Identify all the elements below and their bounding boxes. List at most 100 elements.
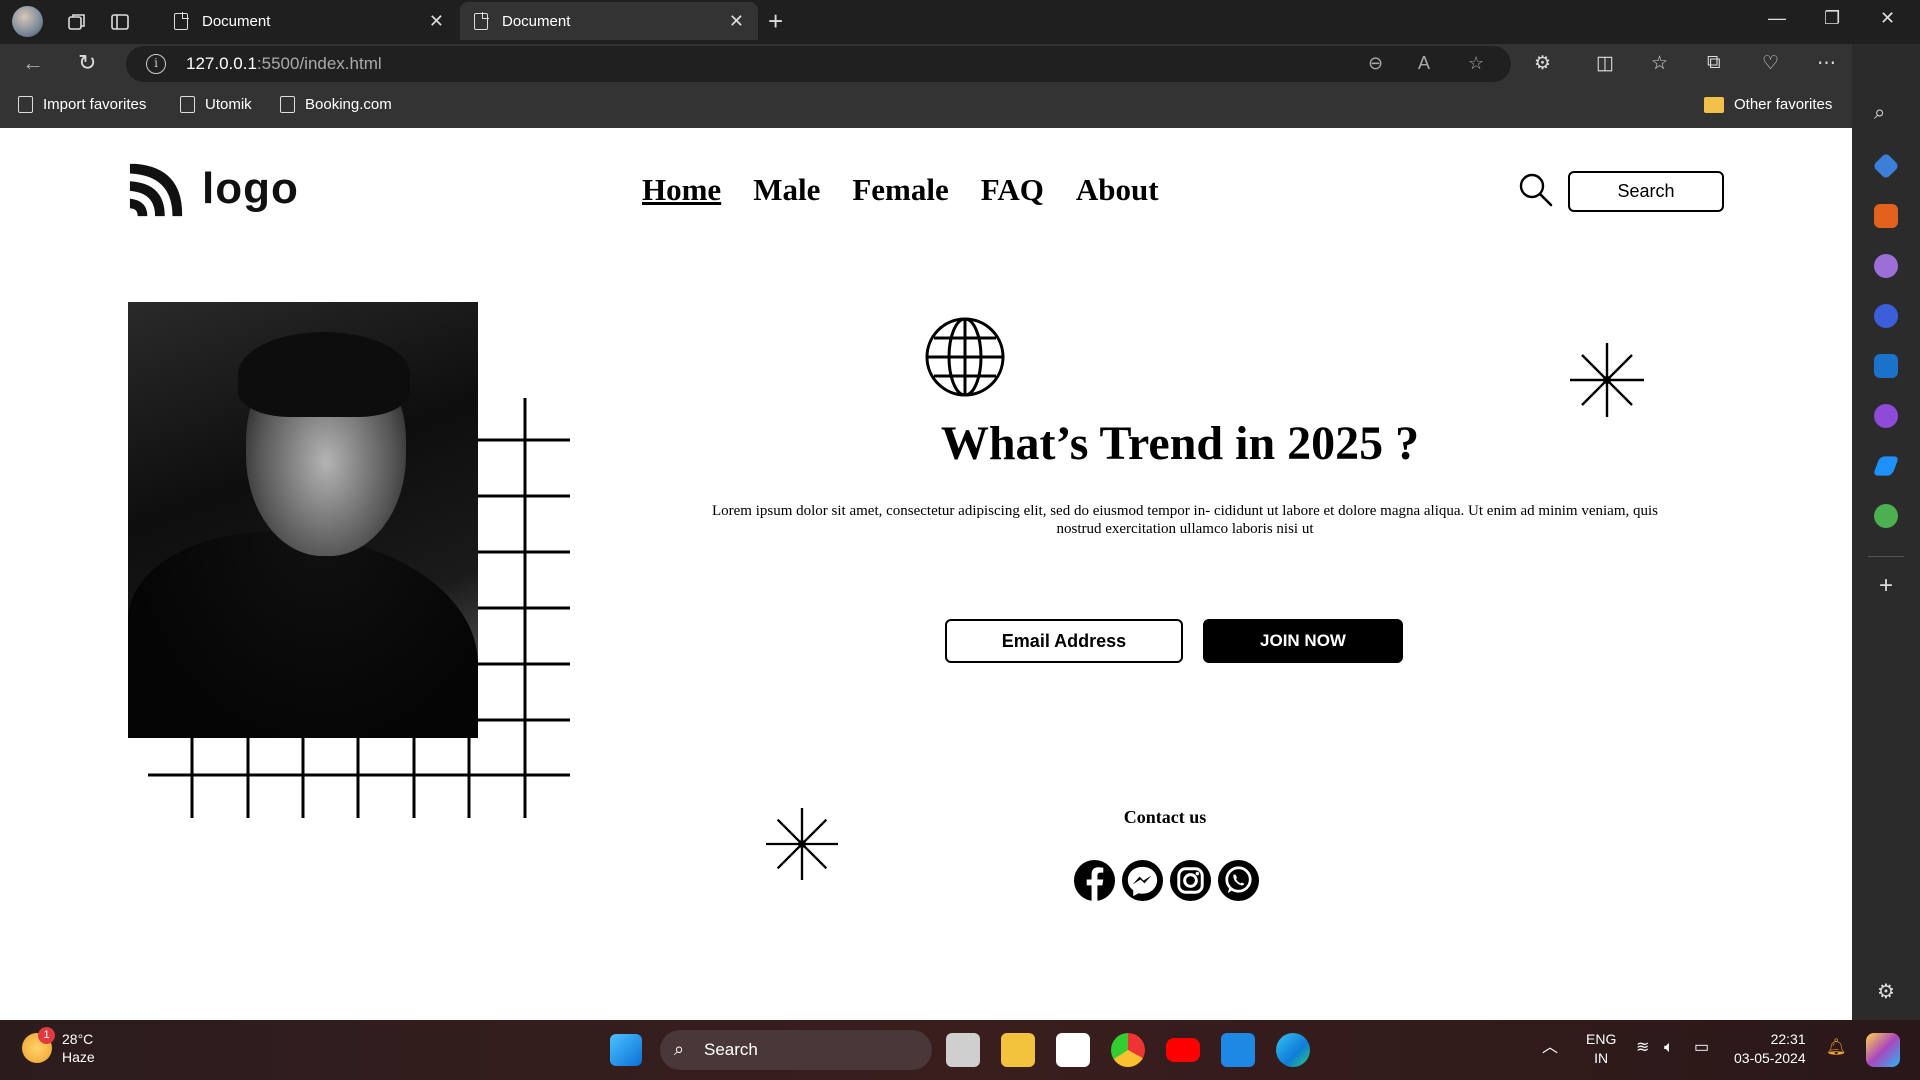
import-icon — [18, 96, 33, 113]
facebook-icon[interactable] — [1073, 859, 1116, 902]
clock-time: 22:31 — [1770, 1031, 1806, 1047]
logo-mark-icon — [129, 163, 183, 217]
youtube-icon[interactable] — [1166, 1038, 1200, 1062]
file-explorer-icon[interactable] — [1001, 1033, 1035, 1067]
collections-icon[interactable]: ⧉ — [1707, 52, 1721, 74]
new-tab-icon[interactable]: + — [768, 6, 783, 37]
nav-home[interactable]: Home — [642, 172, 721, 208]
show-hidden-icons[interactable]: ︿ — [1542, 1038, 1558, 1057]
add-icon[interactable]: + — [1874, 574, 1898, 598]
favorite-booking[interactable]: Booking.com — [280, 96, 392, 113]
main-nav: Home Male Female FAQ About — [642, 172, 1159, 208]
weather-sun-icon: 1 — [22, 1027, 55, 1063]
copilot-taskbar-icon[interactable] — [1866, 1033, 1900, 1067]
weather-widget[interactable]: 1 28°C Haze — [22, 1027, 95, 1066]
split-screen-icon[interactable]: ◫ — [1596, 52, 1614, 75]
messenger-icon[interactable] — [1121, 859, 1164, 902]
zoom-out-icon[interactable]: ⊖ — [1368, 53, 1383, 74]
page-icon — [280, 96, 295, 113]
volume-icon[interactable]: 🔈︎ — [1664, 1038, 1674, 1057]
other-favorites-label: Other favorites — [1734, 96, 1833, 113]
favorite-utomik[interactable]: Utomik — [180, 96, 252, 113]
task-view-icon[interactable] — [946, 1033, 980, 1067]
favorite-star-icon[interactable]: ☆ — [1468, 53, 1484, 74]
document-icon — [174, 11, 189, 30]
search-icon[interactable] — [1518, 172, 1554, 208]
close-tab-icon[interactable]: ✕ — [429, 11, 444, 32]
join-now-button[interactable]: JOIN NOW — [1203, 619, 1403, 663]
search-button[interactable]: Search — [1568, 171, 1724, 212]
region-code: IN — [1594, 1050, 1609, 1066]
tab-document-1[interactable]: Document ✕ — [160, 2, 458, 40]
site-info-icon[interactable]: i — [146, 54, 166, 74]
tab-title: Document — [202, 12, 271, 30]
notification-badge: 1 — [38, 1027, 55, 1044]
photo-hair — [238, 332, 410, 417]
wifi-icon[interactable]: ≋ — [1636, 1038, 1649, 1057]
favorites-icon[interactable]: ☆ — [1651, 52, 1668, 75]
site-logo[interactable]: logo — [128, 160, 299, 218]
favorite-label: Booking.com — [305, 96, 392, 113]
other-favorites[interactable]: Other favorites — [1704, 96, 1832, 113]
edge-icon[interactable] — [1276, 1033, 1310, 1067]
hero-headline: What’s Trend in 2025 ? — [940, 417, 1420, 470]
clock[interactable]: 22:31 03-05-2024 — [1734, 1030, 1806, 1068]
nav-about[interactable]: About — [1076, 172, 1159, 208]
language-code: ENG — [1586, 1031, 1617, 1047]
send-icon[interactable] — [1872, 456, 1900, 476]
settings-icon[interactable]: ⚙ — [1874, 980, 1898, 1004]
nav-faq[interactable]: FAQ — [981, 172, 1044, 208]
refresh-icon[interactable]: ↻ — [78, 50, 96, 76]
browser-essentials-icon[interactable]: ♡ — [1762, 52, 1779, 75]
address-bar: ← ↻ i 127.0.0.1:5500/index.html ⊖ A ☆ ⚙ … — [0, 44, 1920, 84]
weather-desc: Haze — [62, 1049, 95, 1065]
store-icon[interactable] — [1056, 1033, 1090, 1067]
url-field[interactable]: i 127.0.0.1:5500/index.html ⊖ A ☆ — [126, 46, 1511, 82]
profile-avatar[interactable] — [12, 6, 43, 37]
vscode-icon[interactable] — [1221, 1033, 1255, 1067]
more-options-icon[interactable]: ⋯ — [1817, 52, 1836, 75]
back-icon[interactable]: ← — [22, 50, 44, 76]
search-icon[interactable]: ⌕ — [1874, 102, 1898, 126]
tree-icon[interactable] — [1874, 504, 1898, 528]
contact-heading: Contact us — [1123, 807, 1207, 827]
nav-female[interactable]: Female — [852, 172, 948, 208]
hero-description: Lorem ipsum dolor sit amet, consectetur … — [711, 503, 1659, 537]
favorite-import[interactable]: Import favorites — [18, 96, 146, 113]
folder-icon — [1704, 96, 1724, 113]
designer-icon[interactable] — [1874, 404, 1898, 428]
start-icon[interactable] — [610, 1034, 642, 1066]
outlook-icon[interactable] — [1874, 354, 1898, 378]
tab-document-2[interactable]: Document ✕ — [460, 2, 758, 40]
extensions-icon[interactable]: ⚙ — [1534, 52, 1551, 75]
email-address-button[interactable]: Email Address — [945, 619, 1183, 663]
battery-icon[interactable]: ▭ — [1694, 1038, 1709, 1057]
close-window-icon[interactable]: ✕ — [1880, 8, 1895, 29]
nav-male[interactable]: Male — [753, 172, 820, 208]
copilot-sidebar-icon[interactable] — [1874, 304, 1898, 328]
social-links — [1073, 859, 1260, 902]
vertical-tabs-icon[interactable] — [106, 8, 134, 36]
globe-icon — [925, 317, 1005, 397]
favorite-label: Import favorites — [43, 96, 147, 113]
workspaces-icon[interactable] — [63, 8, 91, 36]
edge-sidebar: ⌕ + ⚙ — [1852, 44, 1920, 1020]
logo-text: logo — [202, 164, 299, 213]
tools-icon[interactable] — [1874, 204, 1898, 228]
minimize-icon[interactable]: — — [1768, 8, 1786, 29]
restore-icon[interactable]: ❐ — [1824, 8, 1840, 29]
notifications-icon[interactable]: 🔔︎ — [1826, 1038, 1846, 1057]
language-indicator[interactable]: ENG IN — [1586, 1030, 1616, 1068]
taskbar-search-label: Search — [704, 1040, 758, 1059]
photo-jacket — [128, 532, 478, 738]
games-icon[interactable] — [1874, 254, 1898, 278]
taskbar-search[interactable]: ⌕ Search — [660, 1030, 932, 1070]
page-icon — [180, 96, 195, 113]
whatsapp-icon[interactable] — [1217, 859, 1260, 902]
document-icon — [474, 11, 489, 30]
chrome-icon[interactable] — [1111, 1033, 1145, 1067]
shopping-icon[interactable] — [1872, 152, 1900, 180]
instagram-icon[interactable] — [1169, 859, 1212, 902]
close-tab-icon[interactable]: ✕ — [729, 11, 744, 32]
read-aloud-icon[interactable]: A — [1418, 53, 1430, 74]
